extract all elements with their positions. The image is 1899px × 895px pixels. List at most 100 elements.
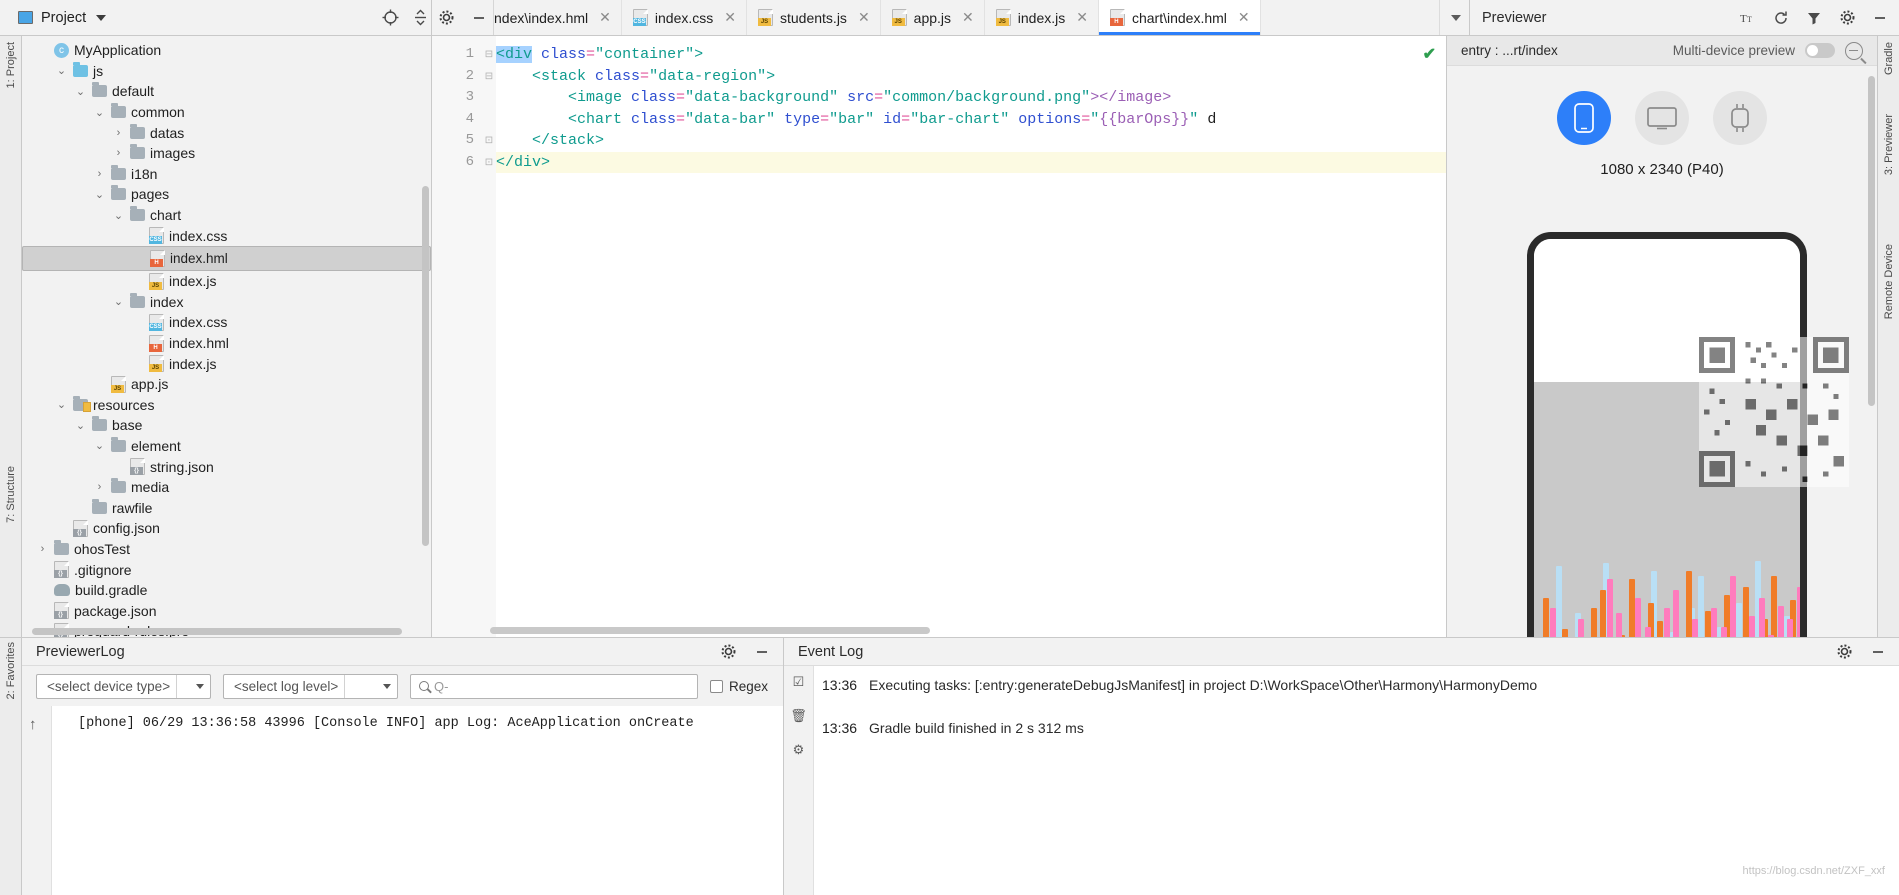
log-level-select[interactable]: <select log level> (223, 673, 398, 699)
tree-row[interactable]: ⌄ element (22, 436, 431, 457)
wearable-device-icon[interactable] (1713, 91, 1767, 145)
chevron-down-icon[interactable] (96, 14, 107, 21)
tree-row[interactable]: › media (22, 477, 431, 498)
tree-row[interactable]: {} package.json (22, 600, 431, 621)
close-icon[interactable]: ✕ (599, 9, 611, 26)
minimize-panel-icon[interactable] (1869, 7, 1891, 29)
chevron-down-icon[interactable]: ⌄ (93, 106, 106, 119)
log-search-input[interactable]: Q- (410, 673, 698, 699)
editor-tab[interactable]: ndex\index.hml ✕ (494, 0, 622, 35)
editor-tab[interactable]: JS index.js ✕ (984, 0, 1099, 35)
refresh-icon[interactable] (1770, 7, 1792, 29)
gear-icon[interactable] (436, 7, 458, 29)
tree-row[interactable]: rawfile (22, 497, 431, 518)
editor-fold-gutter[interactable]: ⊟ ⊟ ⊡ ⊡ (482, 36, 496, 637)
tv-device-icon[interactable] (1635, 91, 1689, 145)
tree-row[interactable]: JS index.js (22, 271, 431, 292)
settings-gear-icon[interactable] (717, 641, 739, 663)
fold-toggle-icon[interactable]: ⊟ (482, 44, 496, 66)
code-line[interactable]: <image class="data-background" src="comm… (496, 87, 1446, 109)
settings-gear-icon[interactable] (1833, 641, 1855, 663)
rail-structure-label[interactable]: 7: Structure (5, 466, 17, 523)
tree-row[interactable]: {} string.json (22, 456, 431, 477)
locate-target-icon[interactable] (379, 7, 401, 29)
previewer-log-output[interactable]: ↑ [phone] 06/29 13:36:58 43996 [Console … (22, 706, 783, 895)
tree-row[interactable]: ⌄ index (22, 292, 431, 313)
chevron-right-icon[interactable]: › (112, 147, 125, 159)
tree-row[interactable]: Hindex.hml (22, 333, 431, 354)
chevron-down-icon[interactable]: ⌄ (55, 64, 68, 77)
tree-row[interactable]: JS index.js (22, 353, 431, 374)
editor-horizontal-scrollbar[interactable] (490, 627, 930, 634)
project-tree-panel[interactable]: c MyApplication ⌄ js ⌄ default ⌄ common › datas › i… (22, 36, 432, 637)
tree-row[interactable]: › datas (22, 122, 431, 143)
tree-row[interactable]: › images (22, 143, 431, 164)
tree-row[interactable]: JS app.js (22, 374, 431, 395)
code-line[interactable]: <div class="container"> (496, 44, 1446, 66)
fold-toggle-icon[interactable]: ⊡ (482, 130, 496, 152)
code-line[interactable]: </stack> (496, 130, 1446, 152)
close-icon[interactable]: ✕ (724, 9, 736, 26)
tree-row[interactable]: ⌄ base (22, 415, 431, 436)
tree-row[interactable]: › ohosTest (22, 539, 431, 560)
minimize-panel-icon[interactable] (751, 641, 773, 663)
editor-code-content[interactable]: <div class="container"> <stack class="da… (496, 36, 1446, 637)
tree-row[interactable]: c MyApplication (22, 40, 431, 61)
rail-favorites-label[interactable]: 2: Favorites (5, 642, 17, 699)
rail-remote-device-label[interactable]: Remote Device (1883, 244, 1895, 319)
tree-horizontal-scrollbar[interactable] (32, 628, 402, 635)
rail-gradle-label[interactable]: Gradle (1883, 42, 1895, 75)
tree-row[interactable]: ⌄ common (22, 102, 431, 123)
collapse-all-icon[interactable] (409, 7, 431, 29)
previewer-entry-label[interactable]: entry : ...rt/index (1461, 43, 1558, 58)
tree-row[interactable]: ⌄ pages (22, 184, 431, 205)
minimize-panel-icon[interactable] (1867, 641, 1889, 663)
tree-row[interactable]: CSS index.css (22, 312, 431, 333)
fold-toggle-icon[interactable]: ⊡ (482, 152, 496, 174)
editor-tab[interactable]: JS students.js ✕ (747, 0, 881, 35)
chevron-right-icon[interactable]: › (36, 543, 49, 555)
device-type-select[interactable]: <select device type> (36, 673, 211, 699)
code-editor[interactable]: 123456 ⊟ ⊟ ⊡ ⊡ <div class="container"> <… (432, 36, 1447, 637)
chevron-right-icon[interactable]: › (112, 127, 125, 139)
chevron-down-icon[interactable]: ⌄ (74, 419, 87, 432)
close-icon[interactable]: ✕ (1076, 9, 1088, 26)
filter-icon[interactable] (1803, 7, 1825, 29)
editor-tab[interactable]: Hchart\index.hml ✕ (1098, 0, 1261, 35)
select-all-icon[interactable]: ☑ (793, 674, 805, 690)
tree-vertical-scrollbar[interactable] (422, 186, 429, 546)
code-line[interactable]: <chart class="data-bar" type="bar" id="b… (496, 109, 1446, 131)
close-icon[interactable]: ✕ (1238, 9, 1250, 26)
chevron-right-icon[interactable]: › (93, 481, 106, 493)
editor-tab[interactable]: CSS index.css ✕ (621, 0, 747, 35)
code-line[interactable]: </div> (496, 151, 1446, 173)
code-line[interactable]: <stack class="data-region"> (496, 66, 1446, 88)
tree-row[interactable]: build.gradle (22, 580, 431, 601)
close-icon[interactable]: ✕ (858, 9, 870, 26)
tree-row[interactable]: › i18n (22, 164, 431, 185)
rail-project-label[interactable]: 1: Project (5, 42, 17, 88)
close-icon[interactable]: ✕ (962, 9, 974, 26)
editor-tab[interactable]: JS app.js ✕ (880, 0, 985, 35)
tree-row[interactable]: Hindex.hml (22, 245, 431, 271)
tree-row[interactable]: {} config.json (22, 518, 431, 539)
phone-device-icon[interactable] (1557, 91, 1611, 145)
tree-row[interactable]: ⌄ js (22, 61, 431, 82)
rail-previewer-label[interactable]: 3: Previewer (1883, 114, 1895, 175)
scroll-to-top-icon[interactable]: ↑ (29, 716, 37, 733)
chevron-down-icon[interactable]: ⌄ (112, 209, 125, 222)
tree-row[interactable]: CSS index.css (22, 225, 431, 246)
trash-icon[interactable]: 🗑 (790, 708, 807, 724)
chevron-right-icon[interactable]: › (93, 168, 106, 180)
chevron-down-icon[interactable]: ⌄ (74, 85, 87, 98)
multi-device-preview-toggle[interactable] (1805, 43, 1835, 58)
tree-row[interactable]: {} .gitignore (22, 559, 431, 580)
settings-gear-icon[interactable] (1836, 7, 1858, 29)
event-log-body[interactable]: ☑ 🗑 ⚙ 13:36 Executing tasks: [:entry:gene… (784, 666, 1899, 895)
tab-list-chevron-icon[interactable] (1439, 0, 1469, 35)
minimize-icon[interactable] (468, 7, 490, 29)
regex-checkbox[interactable]: Regex (710, 679, 768, 694)
previewer-vertical-scrollbar[interactable] (1868, 76, 1875, 406)
font-size-icon[interactable]: TT (1737, 7, 1759, 29)
tree-row[interactable]: ⌄ chart (22, 205, 431, 226)
